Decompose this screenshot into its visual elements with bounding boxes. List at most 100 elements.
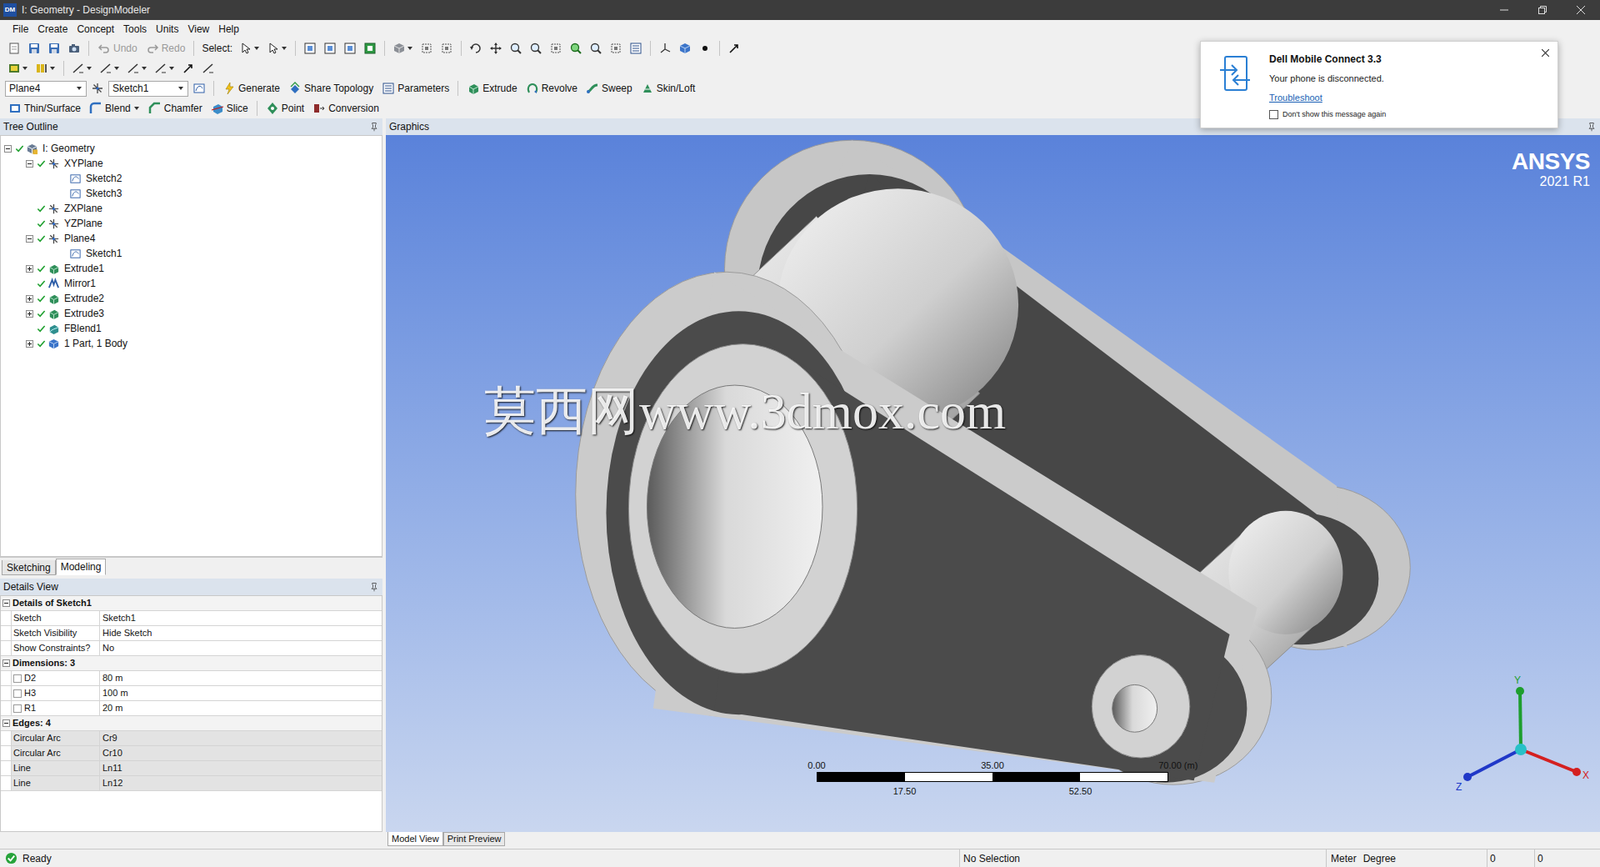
spline-tool-button[interactable]	[124, 59, 150, 78]
details-value-cell[interactable]: Sketch1	[100, 610, 382, 625]
sketch-dropdown[interactable]: Sketch1	[108, 80, 189, 97]
tool-button[interactable]: Conversion	[309, 99, 383, 118]
box-select2-button[interactable]	[437, 39, 456, 58]
tool-button[interactable]: Slice	[207, 99, 252, 118]
details-row[interactable]: Circular ArcCr9	[0, 730, 382, 746]
tool-button[interactable]: Blend	[85, 99, 144, 118]
details-value-cell[interactable]: Cr10	[100, 745, 382, 760]
menu-item[interactable]: Help	[214, 21, 244, 37]
feature-button[interactable]: Share Topology	[285, 79, 377, 98]
zoom-fit-button[interactable]	[546, 39, 565, 58]
new-button[interactable]	[5, 39, 24, 58]
dont-show-row[interactable]: Don't show this message again	[1269, 109, 1533, 121]
menu-item[interactable]: File	[8, 21, 33, 37]
menu-item[interactable]: Concept	[72, 21, 119, 37]
details-group-header[interactable]: Dimensions: 3	[0, 655, 382, 671]
feature-button[interactable]: Parameters	[378, 79, 453, 98]
details-row[interactable]: SketchSketch1	[0, 610, 382, 626]
tool-button[interactable]: Chamfer	[145, 99, 206, 118]
display-mode-button[interactable]	[5, 59, 31, 78]
details-value-cell[interactable]: Cr9	[100, 730, 382, 745]
notification[interactable]: Dell Mobile Connect 3.3Your phone is dis…	[1200, 40, 1559, 129]
details-value-cell[interactable]: 20 m	[100, 700, 382, 715]
display-button[interactable]	[675, 39, 695, 58]
tree-item[interactable]: Extrude1	[0, 260, 382, 276]
select-points-button[interactable]	[300, 39, 320, 58]
panel-tab[interactable]: Sketching	[1, 560, 56, 575]
select-mode-button[interactable]	[236, 39, 263, 58]
points-display-button[interactable]	[695, 39, 715, 58]
help-button[interactable]	[725, 39, 744, 58]
polyline-tool-button[interactable]	[151, 59, 178, 78]
tree-item[interactable]: Sketch3	[0, 185, 382, 201]
select-edges-button[interactable]	[320, 39, 340, 58]
details-row[interactable]: Show Constraints?No	[0, 640, 382, 656]
magnifier-button[interactable]	[606, 39, 625, 58]
tree-item[interactable]: FBlend1	[0, 320, 382, 336]
details-value-cell[interactable]: Ln11	[100, 760, 382, 775]
expander[interactable]	[0, 659, 11, 667]
details-value-cell[interactable]: 100 m	[100, 685, 382, 700]
zoom-button[interactable]	[506, 39, 525, 58]
details-group-header[interactable]: Edges: 4	[0, 715, 382, 731]
expander[interactable]	[0, 719, 11, 727]
undo-button[interactable]: Undo	[94, 39, 141, 58]
expander[interactable]	[25, 310, 37, 318]
pan-button[interactable]	[486, 39, 505, 58]
tree-item[interactable]: Extrude3	[0, 305, 382, 321]
panel-tab[interactable]: Modeling	[55, 558, 107, 575]
parameter-checkbox[interactable]	[13, 689, 22, 698]
minimize-button[interactable]	[1485, 0, 1524, 20]
extend-selection-button[interactable]	[390, 39, 416, 58]
notification-close-button[interactable]	[1532, 41, 1558, 128]
details-row[interactable]: Sketch VisibilityHide Sketch	[0, 625, 382, 641]
details-row[interactable]: Circular ArcCr10	[0, 745, 382, 761]
tree-item[interactable]: ZXPlane	[0, 200, 382, 216]
rotate-button[interactable]	[466, 39, 485, 58]
tree-item[interactable]: I: Geometry	[0, 140, 382, 156]
zoom-out-button[interactable]	[586, 39, 605, 58]
image-button[interactable]	[65, 39, 84, 58]
graphics-canvas[interactable]: 莫西网www.3dmox.comANSYS2021 R10.0035.0070.…	[385, 135, 1600, 832]
details-value-cell[interactable]: Ln12	[100, 775, 382, 790]
save-button[interactable]	[25, 39, 44, 58]
tool-button[interactable]: Point	[262, 99, 308, 118]
feature-button[interactable]: Extrude	[463, 79, 520, 98]
triad-button[interactable]	[655, 39, 675, 58]
new-sketch-button[interactable]	[190, 79, 209, 98]
details-row[interactable]: R120 m	[0, 700, 382, 716]
details-row[interactable]: LineLn11	[0, 760, 382, 776]
expander[interactable]	[25, 235, 37, 243]
tree-item[interactable]: Sketch1	[0, 245, 382, 261]
new-plane-button[interactable]	[88, 79, 107, 98]
expander[interactable]	[25, 160, 37, 168]
parameter-checkbox[interactable]	[13, 704, 22, 713]
parameter-checkbox[interactable]	[13, 674, 22, 683]
box-select-button[interactable]	[417, 39, 436, 58]
select-bodies-button[interactable]	[360, 39, 380, 58]
tree-item[interactable]: Mirror1	[0, 275, 382, 291]
redo-button[interactable]: Redo	[142, 39, 190, 58]
plane-dropdown[interactable]: Plane4	[5, 80, 87, 97]
details-value-cell[interactable]: No	[100, 640, 382, 655]
tree-item[interactable]: XYPlane	[0, 155, 382, 171]
tool-button[interactable]: Thin/Surface	[5, 99, 85, 118]
details-row[interactable]: H3100 m	[0, 685, 382, 701]
save-as-button[interactable]	[45, 39, 64, 58]
tree-item[interactable]: Sketch2	[0, 170, 382, 186]
expander[interactable]	[4, 145, 15, 153]
details-group-header[interactable]: Details of Sketch1	[0, 595, 382, 611]
tree-item[interactable]: YZPlane	[0, 215, 382, 231]
selection-filter-button[interactable]	[264, 39, 290, 58]
arc-tool-button[interactable]	[96, 59, 123, 78]
menu-item[interactable]: Tools	[119, 21, 151, 37]
model-view[interactable]	[385, 135, 1600, 832]
expander[interactable]	[25, 340, 37, 348]
details-row[interactable]: LineLn12	[0, 775, 382, 791]
menu-item[interactable]: Units	[151, 21, 183, 37]
tree-item[interactable]: Extrude2	[0, 290, 382, 306]
small-tool-button[interactable]	[199, 59, 218, 78]
view-tab[interactable]: Model View	[387, 831, 444, 846]
zoom-in-button[interactable]	[566, 39, 585, 58]
feature-button[interactable]: Revolve	[522, 79, 581, 98]
